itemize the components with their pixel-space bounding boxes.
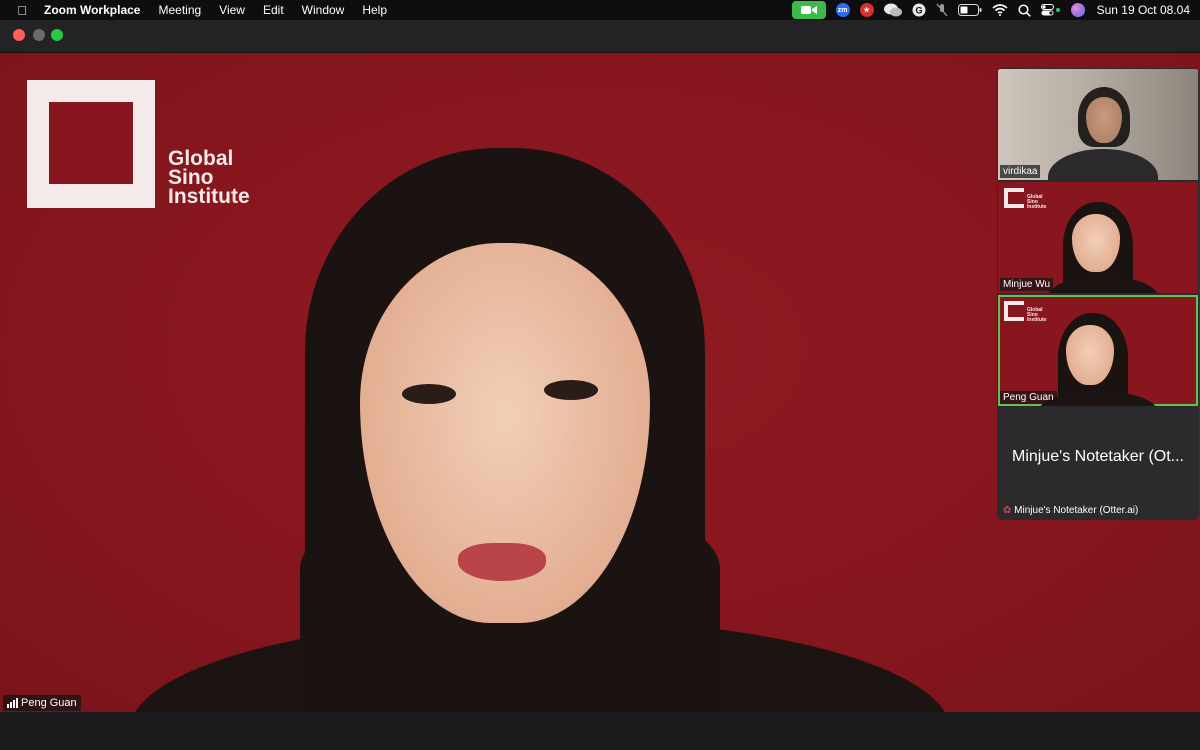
- participant-name-label: ✿ Minjue's Notetaker (Otter.ai): [1003, 505, 1139, 516]
- record-icon[interactable]: ★: [859, 3, 874, 17]
- signal-strength-icon: [7, 698, 18, 708]
- global-sino-institute-logo-icon: [1004, 188, 1024, 208]
- speaker-figure: [130, 148, 950, 712]
- active-speaker-name: Peng Guan: [21, 697, 77, 709]
- svg-text:G: G: [915, 6, 922, 16]
- menu-view[interactable]: View: [210, 0, 254, 20]
- minimize-window-button[interactable]: [33, 29, 45, 41]
- window-titlebar: [0, 20, 1200, 53]
- participant-tile-peng-guan[interactable]: Global Sino Institute Peng Guan: [998, 295, 1198, 406]
- meeting-bottom-bar: [0, 712, 1200, 750]
- control-center-icon[interactable]: [1040, 2, 1061, 18]
- menu-edit[interactable]: Edit: [254, 0, 293, 20]
- meeting-stage: Global Sino Institute Peng Guan virdikaa: [0, 53, 1200, 712]
- participant-figure: [1048, 87, 1158, 180]
- active-speaker-name-label: Peng Guan: [3, 695, 81, 711]
- menu-meeting[interactable]: Meeting: [149, 0, 210, 20]
- menu-bar:  Zoom Workplace Meeting View Edit Windo…: [0, 0, 1200, 20]
- muted-mic-icon: ✿: [1003, 505, 1012, 516]
- maximize-window-button[interactable]: [51, 29, 63, 41]
- participant-tile-notetaker[interactable]: Minjue's Notetaker (Ot... ✿ Minjue's Not…: [998, 408, 1198, 519]
- mute-mic-icon[interactable]: [936, 2, 948, 18]
- apple-icon[interactable]: : [0, 3, 44, 18]
- wechat-icon[interactable]: [883, 2, 902, 18]
- participant-display-name: Minjue's Notetaker (Ot...: [1012, 448, 1184, 465]
- menu-app-name[interactable]: Zoom Workplace: [44, 0, 149, 20]
- participant-tile-minjue-wu[interactable]: Global Sino Institute Minjue Wu: [998, 182, 1198, 293]
- battery-icon[interactable]: [957, 2, 982, 18]
- participant-name-label: Peng Guan: [1000, 391, 1057, 404]
- wifi-icon[interactable]: [992, 2, 1008, 18]
- grammarly-icon[interactable]: G: [912, 2, 926, 18]
- siri-icon[interactable]: [1070, 3, 1085, 17]
- global-sino-institute-logo-icon: [1004, 301, 1024, 321]
- zoom-camera-icon[interactable]: [791, 1, 826, 19]
- menu-window[interactable]: Window: [293, 0, 354, 20]
- menu-clock[interactable]: Sun 19 Oct 08.04: [1097, 3, 1190, 17]
- menu-help[interactable]: Help: [353, 0, 396, 20]
- participant-gallery: virdikaa Global Sino Institute Minjue Wu: [997, 68, 1199, 520]
- zoom-icon[interactable]: zm: [835, 3, 850, 17]
- participant-name-label: virdikaa: [1000, 165, 1041, 178]
- participant-tile-virdikaa[interactable]: virdikaa: [998, 69, 1198, 180]
- tile-background-logo-text: Global Sino Institute: [1027, 194, 1047, 210]
- participant-figure: [1048, 202, 1158, 293]
- search-icon[interactable]: [1018, 2, 1031, 18]
- participant-name-label: Minjue Wu: [1000, 278, 1054, 291]
- close-window-button[interactable]: [13, 29, 25, 41]
